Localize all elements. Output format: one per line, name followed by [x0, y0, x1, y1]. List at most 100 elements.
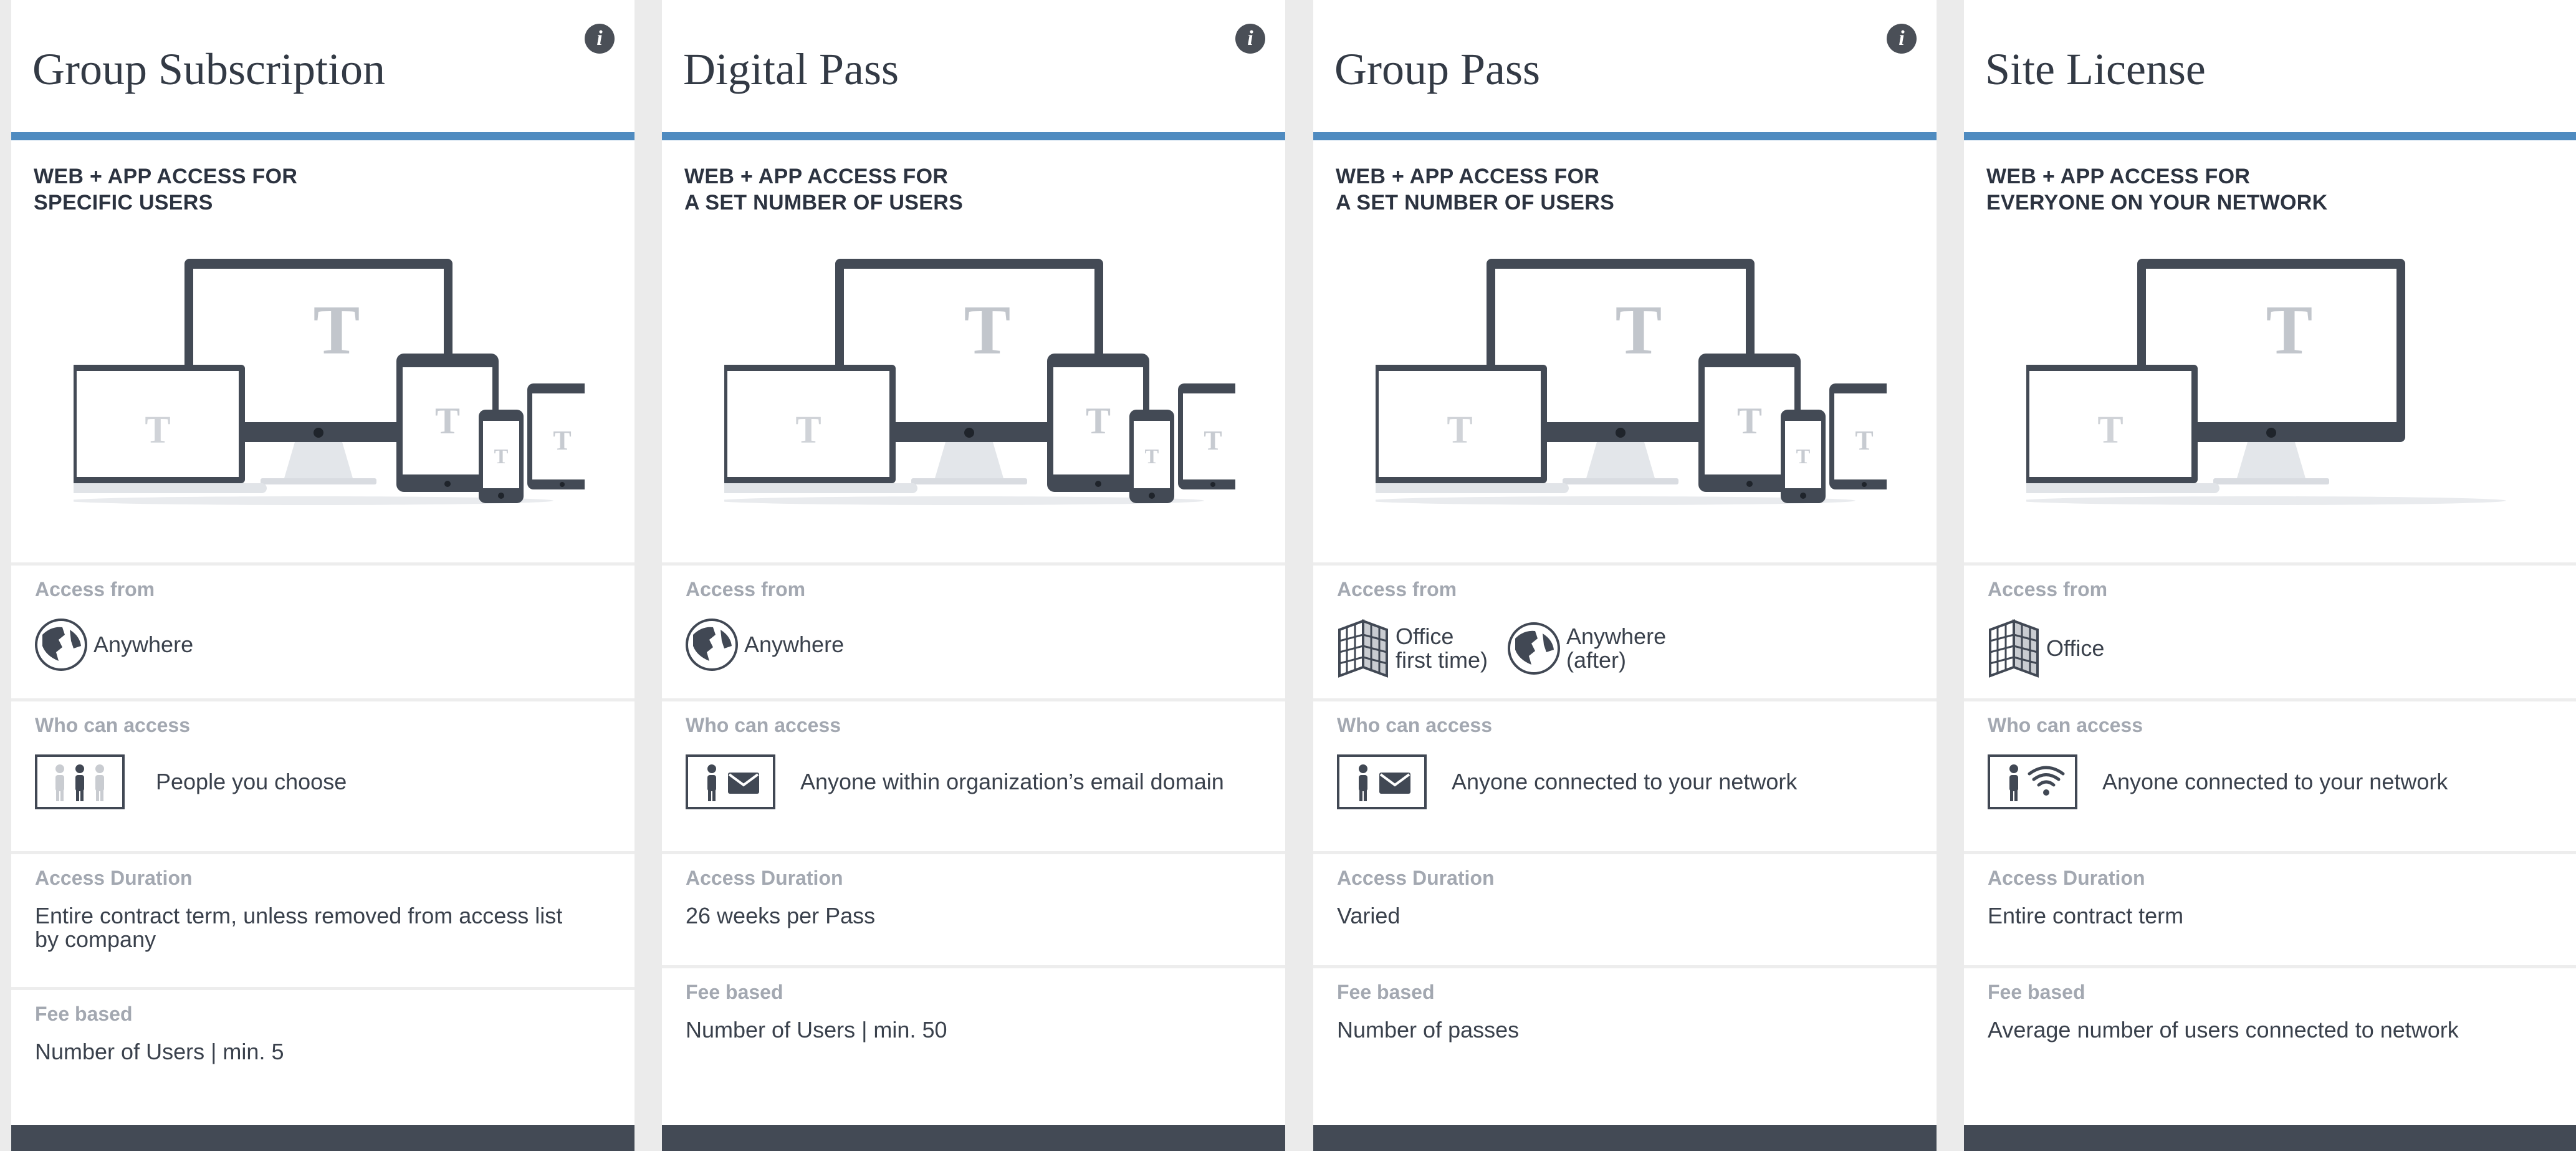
who-can-access-section: Who can access Anyone within organizatio…: [662, 698, 1285, 854]
person-email-icon: [686, 754, 775, 809]
access-duration-label: Access Duration: [686, 867, 843, 889]
access-duration-label: Access Duration: [35, 867, 193, 889]
access-from-section: Access from Office first time) Anywhere …: [1313, 562, 1937, 701]
access-from-row: Office first time) Anywhere (after): [1337, 619, 1666, 678]
access-from-section: Access from Anywhere: [662, 562, 1285, 701]
svg-text:T: T: [1204, 425, 1222, 456]
title-divider: [11, 132, 634, 140]
access-duration-section: Access Duration 26 weeks per Pass: [662, 851, 1285, 968]
card-title: Digital Pass: [683, 44, 899, 94]
card-subtitle: WEB + APP ACCESS FOR EVERYONE ON YOUR NE…: [1986, 165, 2328, 214]
access-from-section: Access from Office: [1964, 562, 2576, 701]
fee-based-value: Average number of users connected to net…: [1988, 1017, 2459, 1043]
access-from-label: Access from: [1988, 578, 2108, 600]
access-from-label: Access from: [35, 578, 155, 600]
access-from-label: Access from: [686, 578, 806, 600]
svg-text:T: T: [1086, 400, 1111, 441]
who-can-access-section: Who can access Anyone connected to your …: [1964, 698, 2576, 854]
fee-based-section: Fee based Number of passes: [1313, 965, 1937, 1128]
who-can-access-row: Anyone within organization’s email domai…: [686, 754, 1224, 809]
svg-text:T: T: [314, 292, 360, 369]
person-email-icon: [1337, 754, 1427, 809]
access-duration-value: Varied: [1337, 903, 1401, 928]
who-can-access-label: Who can access: [1337, 714, 1492, 736]
access-from-text: Office: [2046, 635, 2105, 661]
svg-text:T: T: [1447, 409, 1472, 451]
access-duration-label: Access Duration: [1988, 867, 2145, 889]
globe-icon: [35, 619, 87, 671]
devices-illustration-icon: T T T T T: [724, 259, 1235, 505]
plan-card-group-pass: i Group Pass WEB + APP ACCESS FOR A SET …: [1313, 0, 1937, 1151]
fee-based-value: Number of Users | min. 50: [686, 1017, 947, 1043]
who-can-access-row: People you choose: [35, 754, 347, 809]
access-duration-value: 26 weeks per Pass: [686, 903, 876, 928]
svg-text:T: T: [964, 292, 1011, 369]
svg-text:T: T: [2266, 292, 2313, 369]
info-icon[interactable]: i: [585, 24, 615, 54]
who-can-access-text: People you choose: [156, 769, 347, 794]
svg-text:T: T: [1796, 445, 1811, 468]
who-can-access-label: Who can access: [1988, 714, 2143, 736]
select-plan-bar[interactable]: [1964, 1125, 2576, 1151]
fee-based-label: Fee based: [686, 981, 783, 1003]
access-from-text: Anywhere: [744, 632, 845, 657]
card-subtitle: WEB + APP ACCESS FOR SPECIFIC USERS: [34, 165, 298, 214]
plan-card-group-subscription: i Group Subscription WEB + APP ACCESS FO…: [11, 0, 634, 1151]
svg-text:T: T: [1855, 425, 1873, 456]
three-people-icon: [35, 754, 125, 809]
info-icon[interactable]: i: [1235, 24, 1265, 54]
person-wifi-icon: [1988, 754, 2077, 809]
who-can-access-row: Anyone connected to your network: [1988, 754, 2448, 809]
access-from-section: Access from Anywhere: [11, 562, 634, 701]
title-divider: [1964, 132, 2576, 140]
fee-based-label: Fee based: [1988, 981, 2085, 1003]
info-icon[interactable]: i: [1887, 24, 1917, 54]
who-can-access-label: Who can access: [35, 714, 190, 736]
building-icon: [1338, 619, 1388, 678]
access-from-row: Office: [1988, 619, 2104, 678]
select-plan-bar[interactable]: [662, 1125, 1285, 1151]
who-can-access-label: Who can access: [686, 714, 841, 736]
fee-based-section: Fee based Number of Users | min. 50: [662, 965, 1285, 1128]
devices-illustration-icon: T T T T T: [1376, 259, 1887, 505]
access-duration-section: Access Duration Entire contract term, un…: [11, 851, 634, 990]
card-title: Group Subscription: [32, 44, 385, 94]
access-duration-value: Entire contract term, unless removed fro…: [35, 903, 563, 952]
who-can-access-section: Who can access People you choose: [11, 698, 634, 854]
card-title: Site License: [1985, 44, 2206, 94]
fee-based-section: Fee based Average number of users connec…: [1964, 965, 2576, 1128]
svg-text:T: T: [795, 409, 821, 451]
select-plan-bar[interactable]: [11, 1125, 634, 1151]
svg-text:T: T: [1616, 292, 1662, 369]
fee-based-value: Number of Users | min. 5: [35, 1039, 284, 1064]
card-subtitle: WEB + APP ACCESS FOR A SET NUMBER OF USE…: [684, 165, 964, 214]
svg-text:T: T: [494, 445, 509, 468]
fee-based-label: Fee based: [1337, 981, 1435, 1003]
card-subtitle: WEB + APP ACCESS FOR A SET NUMBER OF USE…: [1336, 165, 1615, 214]
fee-based-value: Number of passes: [1337, 1017, 1520, 1043]
devices-illustration-icon: T T: [2026, 259, 2506, 505]
access-from-label: Access from: [1337, 578, 1457, 600]
access-duration-label: Access Duration: [1337, 867, 1495, 889]
who-can-access-row: Anyone connected to your network: [1337, 754, 1797, 809]
fee-based-label: Fee based: [35, 1003, 133, 1025]
access-duration-value: Entire contract term: [1988, 903, 2184, 928]
who-can-access-text: Anyone within organization’s email domai…: [800, 769, 1224, 794]
plan-card-digital-pass: i Digital Pass WEB + APP ACCESS FOR A SE…: [662, 0, 1285, 1151]
globe-icon: [1508, 622, 1560, 675]
who-can-access-text: Anyone connected to your network: [2102, 769, 2448, 794]
select-plan-bar[interactable]: [1313, 1125, 1937, 1151]
svg-text:T: T: [1737, 400, 1762, 441]
globe-icon: [686, 619, 738, 671]
access-from-row: Anywhere: [35, 619, 193, 671]
title-divider: [662, 132, 1285, 140]
access-duration-section: Access Duration Varied: [1313, 851, 1937, 968]
access-from-row: Anywhere: [686, 619, 844, 671]
svg-text:T: T: [553, 425, 571, 456]
devices-illustration-icon: T T T T T: [74, 259, 585, 505]
svg-text:T: T: [435, 400, 460, 441]
who-can-access-section: Who can access Anyone connected to your …: [1313, 698, 1937, 854]
title-divider: [1313, 132, 1937, 140]
access-from-text: Anywhere: [93, 632, 194, 657]
svg-text:T: T: [145, 409, 170, 451]
